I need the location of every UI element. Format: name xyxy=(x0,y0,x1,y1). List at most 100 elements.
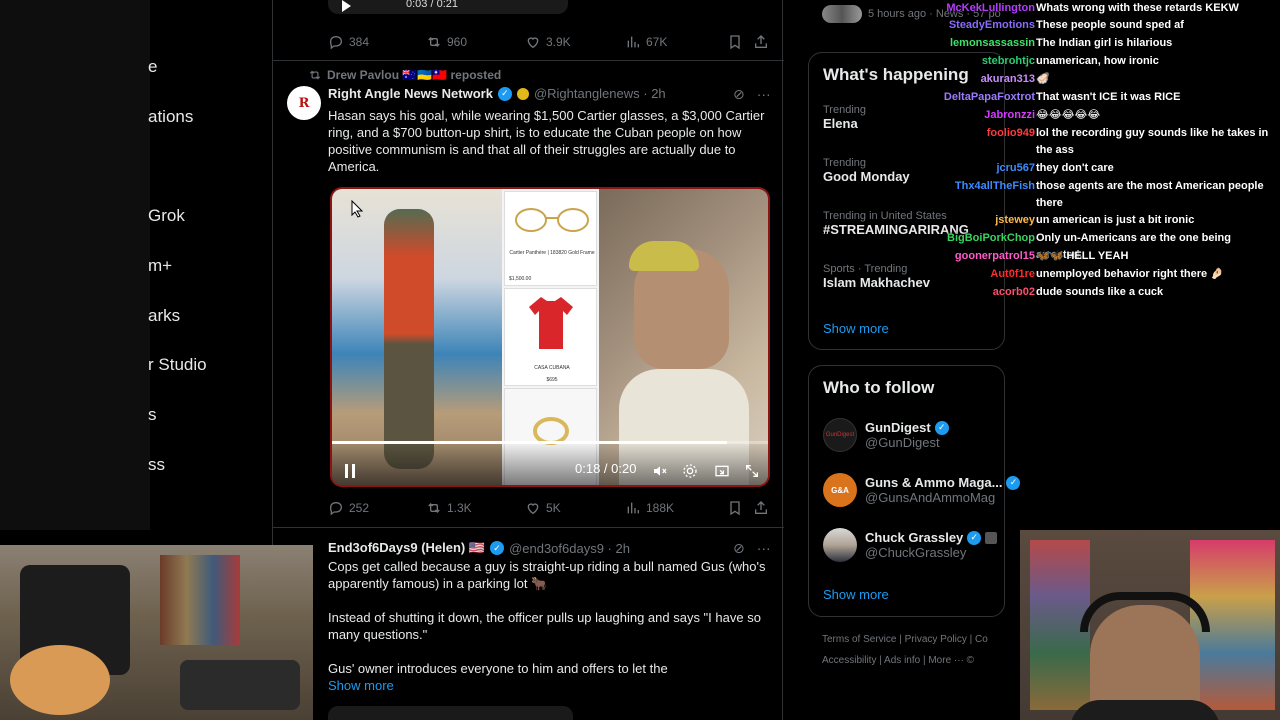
bookmark-icon[interactable] xyxy=(727,34,743,50)
tweet-text: Hasan says his goal, while wearing $1,50… xyxy=(328,108,765,174)
bookmark-icon[interactable] xyxy=(727,500,743,516)
chat-username[interactable]: foolio949 xyxy=(987,125,1035,142)
author-handle[interactable]: @end3of6days9 · 2h xyxy=(509,541,630,556)
reply-button[interactable]: 384 xyxy=(328,34,369,50)
chat-username[interactable]: McKekLullington xyxy=(946,0,1035,17)
play-icon[interactable] xyxy=(340,0,352,12)
verified-badge-icon: ✓ xyxy=(497,86,512,101)
tweet-text: Cops get called because a guy is straigh… xyxy=(328,559,766,591)
tweet-header-actions: ⊘ ··· xyxy=(733,86,771,103)
chat-username[interactable]: lemonsassassin xyxy=(950,35,1035,52)
grok-icon[interactable]: ⊘ xyxy=(733,86,745,103)
tweet-header: Right Angle News Network ✓ @Rightanglene… xyxy=(328,86,666,101)
follow-handle: @GunDigest xyxy=(865,435,940,450)
chat-username[interactable]: jstewey xyxy=(995,212,1035,229)
glasses-icon xyxy=(515,208,589,232)
nav-item-creator-studio[interactable]: r Studio xyxy=(148,355,207,375)
avatar[interactable]: R xyxy=(287,86,321,120)
bookshelf xyxy=(160,555,240,645)
shirt-product: CASA CUBANA $695 xyxy=(504,288,597,386)
chat-text: 😂😂😂😂😂 xyxy=(1036,109,1101,121)
like-button[interactable]: 5K xyxy=(525,500,561,516)
video-progress-fill xyxy=(332,441,727,444)
repost-button[interactable]: 960 xyxy=(426,34,467,50)
nav-item-premium[interactable]: m+ xyxy=(148,256,172,276)
reply-icon xyxy=(329,501,343,516)
show-more-link[interactable]: Show more xyxy=(823,587,889,602)
share-icon[interactable] xyxy=(753,500,769,516)
settings-gear-icon[interactable] xyxy=(682,463,698,479)
repost-count: 1.3K xyxy=(447,501,472,515)
follow-suggestion[interactable]: Chuck Grassley ✓ @ChuckGrassley xyxy=(823,528,998,562)
nav-background xyxy=(0,0,150,530)
nav-item-business[interactable]: ss xyxy=(148,455,165,475)
tweet-media-preview[interactable] xyxy=(328,706,573,720)
chat-username[interactable]: SteadyEmotions xyxy=(949,17,1035,34)
chat-username[interactable]: jcru567 xyxy=(996,160,1035,177)
chat-text: unemployed behavior right there 🤌🏻 xyxy=(1036,268,1224,280)
glasses-price: $1,500.00 xyxy=(509,276,532,282)
footer-links[interactable]: Accessibility | Ads info | More ··· © xyxy=(822,655,974,666)
reply-button[interactable]: 252 xyxy=(328,500,369,516)
trend-item[interactable]: Trending Good Monday xyxy=(823,157,910,184)
fullscreen-icon[interactable] xyxy=(744,463,760,479)
show-more-link[interactable]: Show more xyxy=(328,678,394,693)
repost-indicator: Drew Pavlou 🇦🇺🇺🇦🇹🇼 reposted xyxy=(308,68,501,82)
chat-username[interactable]: goonerpatrol15 xyxy=(955,248,1035,265)
views-button[interactable]: 67K xyxy=(625,34,667,50)
repost-icon xyxy=(428,503,440,513)
author-handle[interactable]: @Rightanglenews · 2h xyxy=(534,86,666,101)
show-more-link[interactable]: Show more xyxy=(823,321,889,336)
affiliate-badge-icon xyxy=(516,87,529,100)
chat-username[interactable]: acorb02 xyxy=(993,284,1035,301)
more-options-icon[interactable]: ··· xyxy=(757,540,771,557)
chat-text: 🦋🦋 HELL YEAH xyxy=(1036,250,1129,262)
chat-username[interactable]: Aut0f1re xyxy=(990,266,1035,283)
author-name[interactable]: End3of6Days9 (Helen) 🇺🇸 xyxy=(328,540,485,556)
chat-username[interactable]: DeltaPapaFoxtrot xyxy=(944,89,1035,106)
footer-links[interactable]: Terms of Service | Privacy Policy | Co xyxy=(822,634,988,645)
share-icon[interactable] xyxy=(753,34,769,50)
repost-icon xyxy=(428,37,440,47)
like-button[interactable]: 3.9K xyxy=(525,34,571,50)
heart-icon xyxy=(527,37,539,49)
webcam-room-feed xyxy=(0,545,313,720)
nav-item-grok[interactable]: Grok xyxy=(148,206,185,226)
nav-item-notifications[interactable]: ations xyxy=(148,107,193,127)
repost-button[interactable]: 1.3K xyxy=(426,500,472,516)
view-count: 67K xyxy=(646,35,668,49)
mouse-cursor-icon xyxy=(351,200,363,218)
grok-icon[interactable]: ⊘ xyxy=(733,540,745,557)
stream-chat: McKekLullington Whats wrong with these re… xyxy=(920,0,1280,300)
follow-suggestion[interactable]: G&A Guns & Ammo Maga... ✓ @GunsAndAmmoMa… xyxy=(823,473,1021,507)
chat-username[interactable]: BigBoiPorkChop xyxy=(947,230,1035,247)
views-icon xyxy=(627,502,639,514)
pause-icon[interactable] xyxy=(344,464,356,478)
avatar xyxy=(823,528,857,562)
nav-item-bookmarks[interactable]: arks xyxy=(148,306,180,326)
reposted-by[interactable]: Drew Pavlou 🇦🇺🇺🇦🇹🇼 reposted xyxy=(327,68,501,82)
views-icon xyxy=(627,36,639,48)
headphones xyxy=(1080,592,1210,632)
trend-item[interactable]: Sports · Trending Islam Makhachev xyxy=(823,263,930,290)
mute-icon[interactable] xyxy=(652,463,668,479)
picture-in-picture-icon[interactable] xyxy=(714,463,730,479)
follow-suggestion[interactable]: GunDigest GunDigest ✓ @GunDigest xyxy=(823,418,949,452)
reply-icon xyxy=(329,35,343,50)
chat-username[interactable]: Jabronzzi xyxy=(984,107,1035,124)
shirt-icon xyxy=(529,297,573,349)
chat-username[interactable]: akuran313 xyxy=(981,71,1035,88)
more-options-icon[interactable]: ··· xyxy=(757,86,771,103)
nav-item-explore[interactable]: e xyxy=(148,57,157,77)
chat-username[interactable]: Thx4allTheFish xyxy=(955,178,1035,195)
follow-name: Chuck Grassley xyxy=(865,530,964,545)
author-name[interactable]: Right Angle News Network xyxy=(328,86,493,101)
trend-item[interactable]: Trending Elena xyxy=(823,104,866,131)
tweet-text: Gus' owner introduces everyone to him an… xyxy=(328,661,668,676)
views-button[interactable]: 188K xyxy=(625,500,674,516)
chat-text: lol the recording guy sounds like he tak… xyxy=(1036,127,1269,156)
nav-item-lists[interactable]: s xyxy=(148,405,157,425)
verified-badge-icon: ✓ xyxy=(934,420,949,435)
tweet-video[interactable]: Cartier Panthère | 183820 Gold Frame $1,… xyxy=(330,187,770,487)
chat-username[interactable]: stebrohtjc xyxy=(982,53,1035,70)
